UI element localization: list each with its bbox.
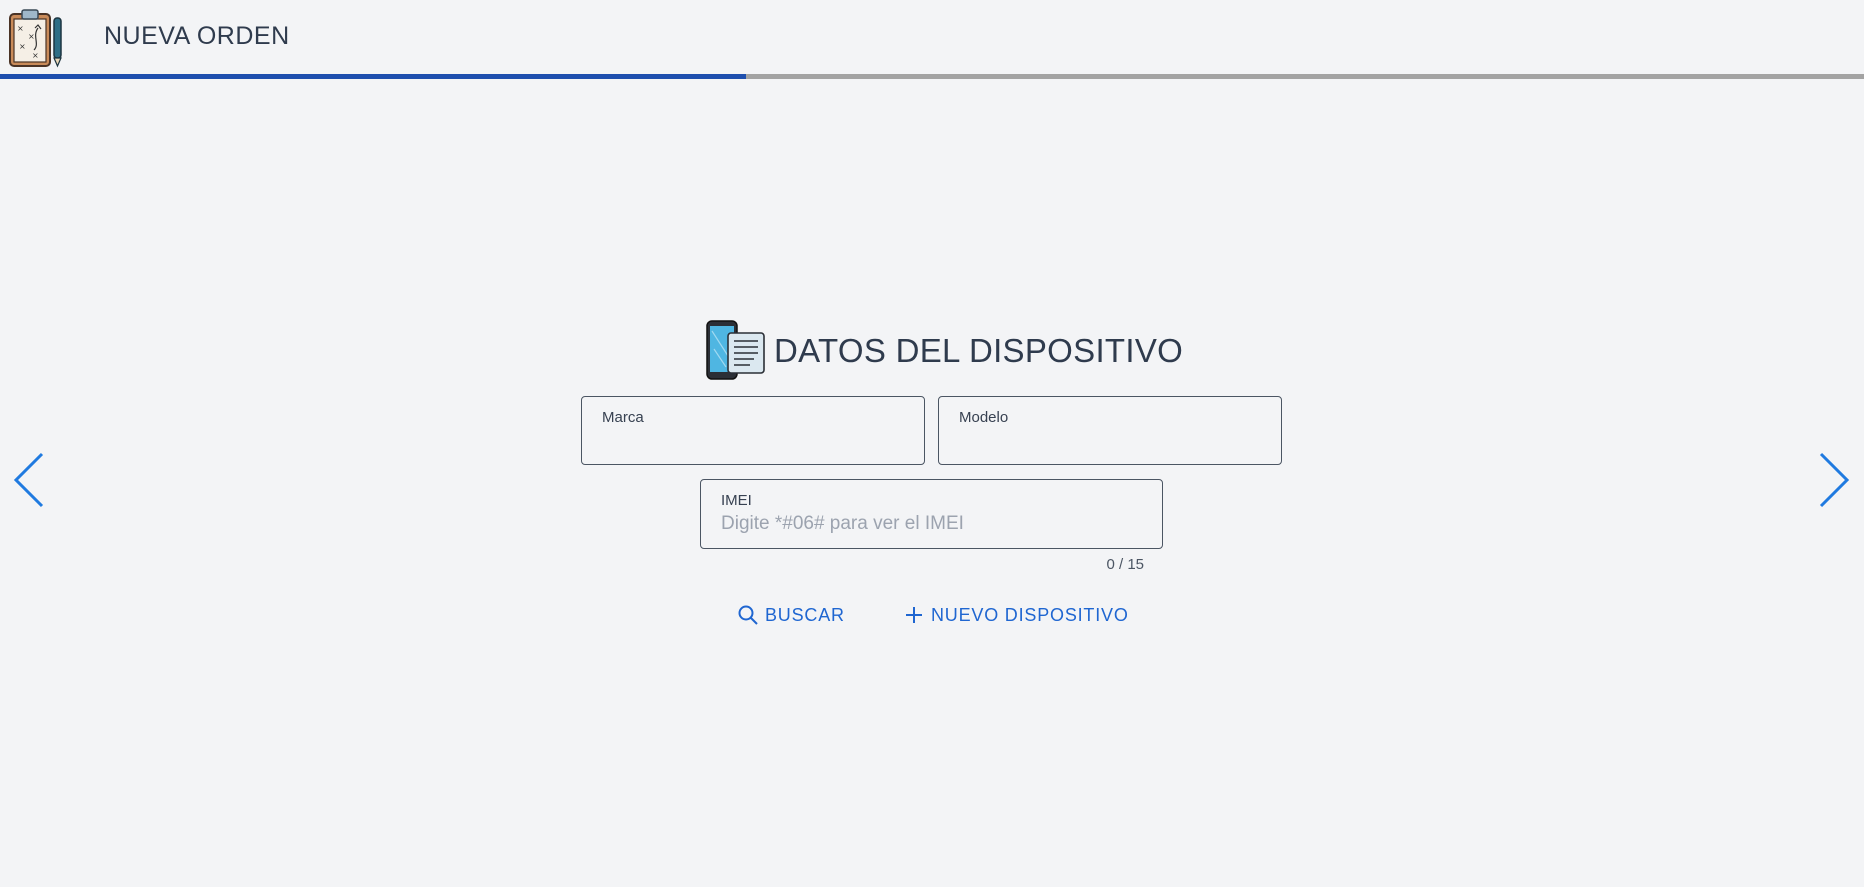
imei-field[interactable]: IMEI bbox=[700, 479, 1163, 549]
chevron-right-icon bbox=[1819, 452, 1850, 508]
previous-step-button[interactable] bbox=[11, 452, 47, 508]
app-header: × × × × NUEVA ORDEN bbox=[0, 0, 1864, 74]
section-header: DATOS DEL DISPOSITIVO bbox=[704, 318, 1183, 384]
svg-text:×: × bbox=[17, 24, 24, 33]
modelo-label: Modelo bbox=[959, 409, 1009, 426]
marca-label: Marca bbox=[602, 409, 644, 426]
page-title: NUEVA ORDEN bbox=[104, 22, 290, 50]
new-device-button[interactable]: NUEVO DISPOSITIVO bbox=[903, 600, 1129, 630]
plus-icon bbox=[906, 607, 922, 623]
chevron-left-icon bbox=[13, 452, 44, 508]
phone-document-icon bbox=[704, 319, 768, 383]
marca-field[interactable]: Marca bbox=[581, 396, 925, 465]
search-button[interactable]: BUSCAR bbox=[737, 600, 845, 630]
svg-text:×: × bbox=[19, 42, 26, 51]
progress-fill bbox=[0, 74, 746, 79]
svg-text:×: × bbox=[28, 32, 35, 41]
imei-char-counter: 0 / 15 bbox=[1106, 556, 1144, 573]
new-device-button-label: NUEVO DISPOSITIVO bbox=[931, 604, 1129, 625]
clipboard-strategy-icon: × × × × bbox=[4, 6, 68, 70]
modelo-field[interactable]: Modelo bbox=[938, 396, 1282, 465]
imei-input[interactable] bbox=[721, 513, 1142, 535]
svg-text:×: × bbox=[32, 51, 39, 60]
marca-input[interactable] bbox=[602, 430, 904, 452]
next-step-button[interactable] bbox=[1816, 452, 1852, 508]
section-title: DATOS DEL DISPOSITIVO bbox=[774, 332, 1184, 369]
modelo-input[interactable] bbox=[959, 430, 1261, 452]
search-button-label: BUSCAR bbox=[765, 604, 845, 625]
imei-label: IMEI bbox=[721, 492, 752, 509]
progress-bar bbox=[0, 74, 1864, 79]
search-icon bbox=[738, 605, 758, 625]
